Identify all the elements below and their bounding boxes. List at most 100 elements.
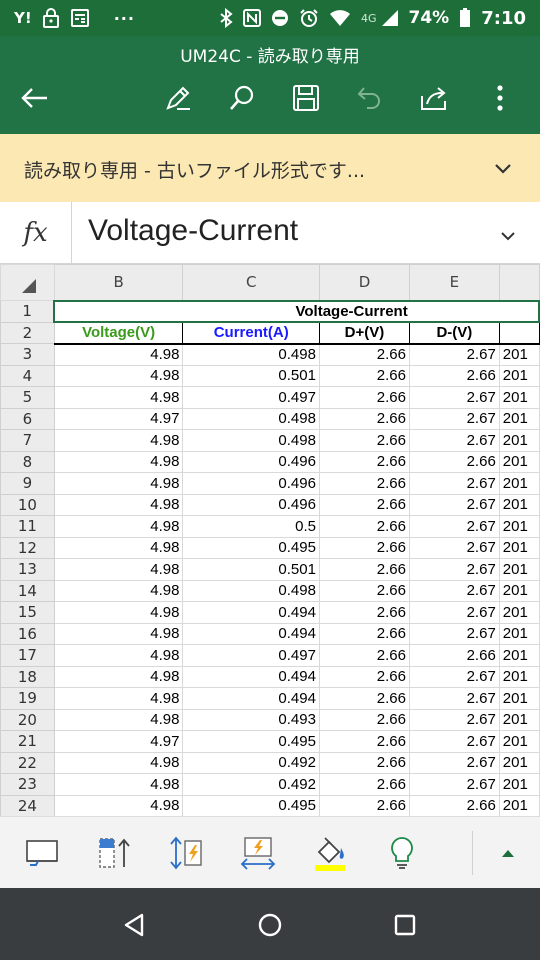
cell-f[interactable]: 201 [498,558,540,581]
cell-f[interactable]: 201 [498,386,540,409]
cell-voltage[interactable]: 4.98 [53,515,184,538]
cell-d-minus[interactable]: 2.67 [408,665,500,688]
cell-f[interactable]: 201 [498,493,540,516]
cell-voltage[interactable]: 4.98 [53,558,184,581]
table-title-cell[interactable]: Voltage-Current [53,299,540,323]
cell-f[interactable]: 201 [498,687,540,710]
cell-voltage[interactable]: 4.97 [53,730,184,753]
more-options-button[interactable] [482,80,518,116]
table-row[interactable]: 5 4.98 0.497 2.66 2.67 201 [0,386,540,409]
cell-d-plus[interactable]: 2.66 [318,450,410,473]
cell-f[interactable]: 201 [498,751,540,774]
cell-f[interactable]: 201 [498,472,540,495]
expand-ribbon-button[interactable] [486,831,530,875]
row-header[interactable]: 2 [0,321,55,344]
cell-voltage[interactable]: 4.98 [53,450,184,473]
header-current[interactable]: Current(A) [182,321,320,345]
cell-voltage[interactable]: 4.98 [53,751,184,774]
cell-d-plus[interactable]: 2.66 [318,558,410,581]
cell-d-plus[interactable]: 2.66 [318,579,410,602]
cell-f[interactable]: 201 [498,579,540,602]
cell-d-minus[interactable]: 2.67 [408,579,500,602]
cell-d-minus[interactable]: 2.67 [408,601,500,624]
table-row[interactable]: 7 4.98 0.498 2.66 2.67 201 [0,429,540,452]
cell-d-minus[interactable]: 2.67 [408,407,500,430]
cell-f[interactable]: 201 [498,773,540,796]
cell-voltage[interactable]: 4.98 [53,343,184,366]
column-header-c[interactable]: C [182,264,320,301]
select-all-corner[interactable] [0,264,55,301]
row-header[interactable]: 9 [0,472,55,495]
cell-f[interactable]: 201 [498,730,540,753]
cell-current[interactable]: 0.497 [182,386,320,409]
row-header[interactable]: 14 [0,579,55,602]
search-button[interactable] [224,80,260,116]
row-header[interactable]: 19 [0,687,55,710]
cell-voltage[interactable]: 4.98 [53,622,184,645]
row-header[interactable]: 5 [0,386,55,409]
cell-d-minus[interactable]: 2.67 [408,687,500,710]
cell-current[interactable]: 0.493 [182,708,320,731]
cell-current[interactable]: 0.498 [182,407,320,430]
row-header[interactable]: 1 [0,300,55,323]
cell-d-minus[interactable]: 2.67 [408,558,500,581]
cell-voltage[interactable]: 4.97 [53,407,184,430]
cell-f[interactable]: 201 [498,364,540,387]
cell-current[interactable]: 0.492 [182,773,320,796]
row-header[interactable]: 8 [0,450,55,473]
header-f[interactable] [498,321,540,345]
cell-d-minus[interactable]: 2.66 [408,364,500,387]
row-header[interactable]: 6 [0,407,55,430]
cell-d-plus[interactable]: 2.66 [318,472,410,495]
row-header[interactable]: 23 [0,773,55,796]
fill-color-button[interactable] [308,831,352,875]
undo-button[interactable] [352,80,388,116]
cell-d-plus[interactable]: 2.66 [318,386,410,409]
cell-d-plus[interactable]: 2.66 [318,708,410,731]
cell-f[interactable]: 201 [498,536,540,559]
tell-me-button[interactable] [380,831,424,875]
table-row[interactable]: 3 4.98 0.498 2.66 2.67 201 [0,343,540,366]
cell-voltage[interactable]: 4.98 [53,601,184,624]
cell-voltage[interactable]: 4.98 [53,429,184,452]
cell-d-plus[interactable]: 2.66 [318,407,410,430]
table-row[interactable]: 19 4.98 0.494 2.66 2.67 201 [0,687,540,710]
cell-f[interactable]: 201 [498,343,540,366]
cell-d-minus[interactable]: 2.67 [408,773,500,796]
cell-voltage[interactable]: 4.98 [53,773,184,796]
cell-voltage[interactable]: 4.98 [53,493,184,516]
cell-d-plus[interactable]: 2.66 [318,751,410,774]
table-row[interactable]: 8 4.98 0.496 2.66 2.66 201 [0,450,540,473]
cell-d-plus[interactable]: 2.66 [318,730,410,753]
cell-d-plus[interactable]: 2.66 [318,515,410,538]
row-header[interactable]: 10 [0,493,55,516]
spreadsheet-grid[interactable]: B C D E 1 Voltage-Current 2 Voltage(V) C… [0,264,540,816]
row-header[interactable]: 3 [0,343,55,366]
table-row[interactable]: 17 4.98 0.497 2.66 2.66 201 [0,644,540,667]
table-row[interactable]: 4 4.98 0.501 2.66 2.66 201 [0,364,540,387]
row-header[interactable]: 16 [0,622,55,645]
cell-current[interactable]: 0.494 [182,687,320,710]
header-voltage[interactable]: Voltage(V) [53,321,184,345]
cell-voltage[interactable]: 4.98 [53,579,184,602]
cell-d-minus[interactable]: 2.67 [408,343,500,366]
row-header[interactable]: 21 [0,730,55,753]
table-row[interactable]: 22 4.98 0.492 2.66 2.67 201 [0,751,540,774]
cell-d-minus[interactable]: 2.67 [408,472,500,495]
cell-current[interactable]: 0.495 [182,730,320,753]
cell-d-plus[interactable]: 2.66 [318,429,410,452]
cell-current[interactable]: 0.498 [182,429,320,452]
cell-voltage[interactable]: 4.98 [53,472,184,495]
cell-d-plus[interactable]: 2.66 [318,343,410,366]
table-row[interactable]: 6 4.97 0.498 2.66 2.67 201 [0,407,540,430]
cell-d-minus[interactable]: 2.66 [408,450,500,473]
cell-f[interactable]: 201 [498,515,540,538]
table-row[interactable]: 21 4.97 0.495 2.66 2.67 201 [0,730,540,753]
cell-d-plus[interactable]: 2.66 [318,493,410,516]
table-row[interactable]: 24 4.98 0.495 2.66 2.66 201 [0,794,540,816]
cell-d-plus[interactable]: 2.66 [318,601,410,624]
cell-current[interactable]: 0.498 [182,343,320,366]
cell-voltage[interactable]: 4.98 [53,665,184,688]
cell-d-plus[interactable]: 2.66 [318,687,410,710]
table-row[interactable]: 13 4.98 0.501 2.66 2.67 201 [0,558,540,581]
